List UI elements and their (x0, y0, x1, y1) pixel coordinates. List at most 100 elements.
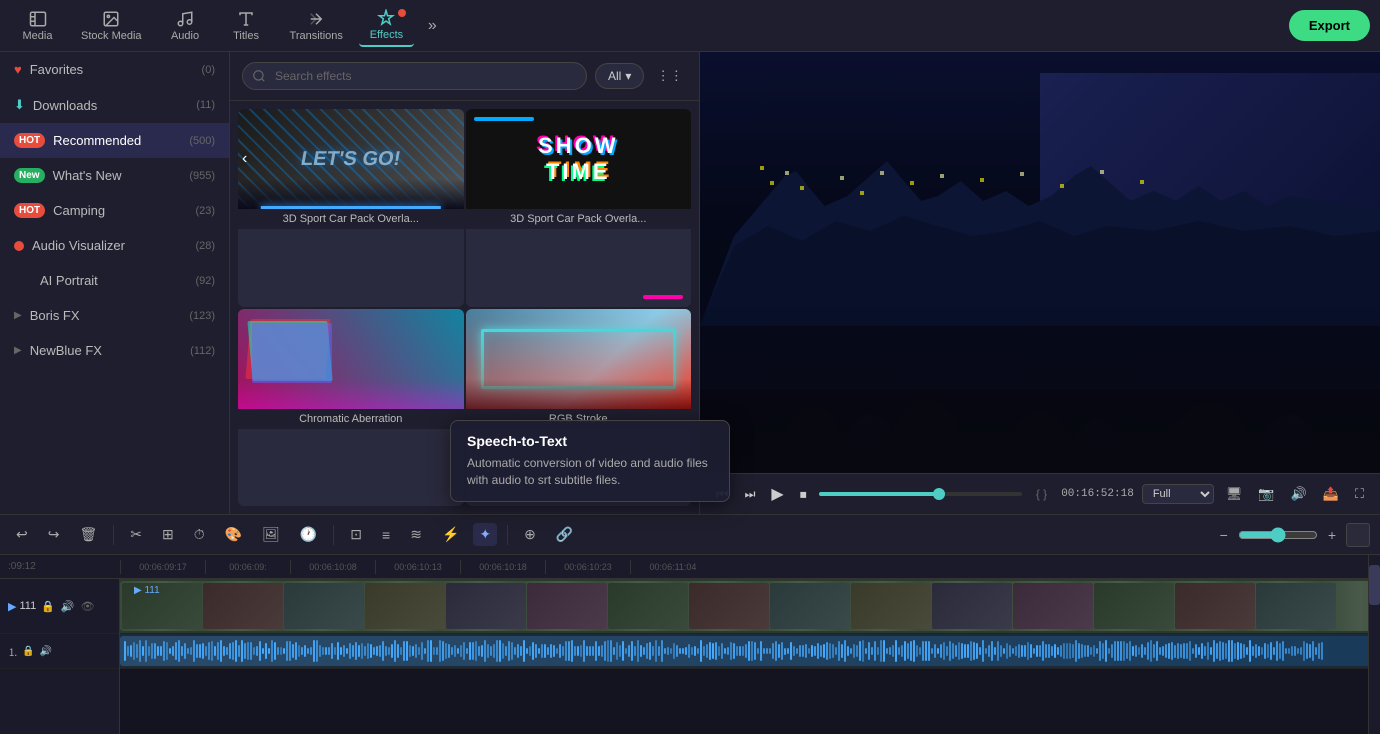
scrollbar-thumb[interactable] (1369, 565, 1380, 605)
toolbar-effects-label: Effects (370, 29, 403, 41)
export-button[interactable]: Export (1289, 10, 1370, 41)
thumb-frame-6 (527, 583, 607, 629)
timeline-scrollbar[interactable] (1368, 555, 1380, 734)
audio-mute-btn[interactable]: 🔊 (38, 645, 52, 658)
adjust-button[interactable]: ≡ (376, 524, 396, 546)
sidebar-item-audio-visualizer[interactable]: Audio Visualizer (28) (0, 228, 229, 263)
track-eye-btn[interactable]: 👁 (80, 599, 96, 614)
volume-icon[interactable]: 🔊 (1287, 484, 1311, 504)
play-icon-track: ▶ (8, 600, 16, 613)
timer-button[interactable]: ⏱ (188, 523, 211, 546)
video-track-inner[interactable]: ▶ 111 (120, 581, 1380, 631)
sidebar: ♥ Favorites (0) ⬇ Downloads (11) HOT Rec… (0, 52, 230, 514)
color-button[interactable]: 🎨 (219, 523, 248, 546)
toolbar-more-btn[interactable]: » (420, 13, 445, 39)
timeline-tracks: ▶ 111 🔒 🔊 👁 ⒈ 🔒 🔊 (0, 579, 1380, 734)
track-lock-btn[interactable]: 🔒 (40, 599, 56, 614)
sidebar-item-recommended[interactable]: HOT Recommended (500) (0, 123, 229, 158)
photo-button[interactable]: 🖼 (256, 523, 286, 546)
play-button[interactable]: ▶ (767, 480, 787, 508)
toolbar-effects[interactable]: Effects (359, 5, 414, 47)
timeline-ruler: :09:12 00:06:09:17 00:06:09: 00:06:10:08… (0, 555, 1380, 579)
sidebar-ai-portrait-count: (92) (195, 275, 215, 287)
ruler-spacer: :09:12 (8, 561, 128, 572)
sidebar-camping-label: Camping (53, 203, 105, 218)
preview-progress-bar[interactable] (819, 492, 1022, 496)
quality-select[interactable]: Full Half Quarter (1142, 484, 1214, 504)
thumbnail-strip (1346, 523, 1370, 547)
effect-label-chromatic: Chromatic Aberration (238, 409, 464, 429)
clock-button[interactable]: 🕐 (294, 523, 323, 546)
add-track-button[interactable]: ⊕ (518, 523, 542, 546)
toolbar-sep-1 (113, 525, 114, 545)
sidebar-item-downloads[interactable]: ⬇ Downloads (11) (0, 87, 229, 123)
link-button[interactable]: 🔗 (550, 523, 579, 546)
sidebar-item-whats-new[interactable]: New What's New (955) (0, 158, 229, 193)
search-bar: All ▾ ⋮⋮ (230, 52, 699, 101)
sidebar-boris-fx-count: (123) (189, 310, 215, 322)
new-badge: New (14, 168, 45, 183)
toolbar-media[interactable]: Media (10, 6, 65, 46)
video-thumbnails (122, 583, 1336, 629)
toolbar-audio-label: Audio (171, 30, 199, 42)
fullscreen-icon[interactable]: ⛶ (1351, 484, 1368, 504)
sidebar-item-favorites[interactable]: ♥ Favorites (0) (0, 52, 229, 87)
thumb-frame-4 (365, 583, 445, 629)
video-track: ▶ 111 (120, 579, 1380, 634)
effect-item-chromatic[interactable]: Chromatic Aberration (238, 309, 464, 507)
audio-track-inner[interactable]: // Generate waveform bars dynamically co… (120, 636, 1380, 666)
redo-button[interactable]: ↪ (42, 523, 66, 546)
camera-icon[interactable]: 📷 (1254, 484, 1278, 504)
effect-item-sport-car-1[interactable]: ‹ LET'S GO! 3D Sport Car Pack Overla... (238, 109, 464, 307)
sidebar-whatsnew-count: (955) (189, 170, 215, 182)
track-mute-btn[interactable]: 🔊 (60, 599, 76, 614)
audio-track-num: ⒈ (8, 644, 18, 659)
sidebar-item-camping[interactable]: HOT Camping (23) (0, 193, 229, 228)
audio-eq-button[interactable]: ≋ (404, 523, 428, 546)
sidebar-item-ai-portrait[interactable]: AI Portrait (92) (0, 263, 229, 298)
export-preview-icon[interactable]: 📤 (1319, 484, 1343, 504)
ruler-mark-5: 00:06:10:23 (545, 560, 630, 574)
filter-button[interactable]: All ▾ (595, 63, 644, 89)
thumb-frame-12 (1013, 583, 1093, 629)
toolbar-titles[interactable]: Titles (219, 6, 274, 46)
thumb-frame-8 (689, 583, 769, 629)
stop-button[interactable]: ⏹ (796, 482, 811, 507)
red-dot-icon (14, 241, 24, 251)
ruler-mark-1: 00:06:09: (205, 560, 290, 574)
waveform: // Generate waveform bars dynamically co… (120, 636, 1380, 666)
thumb-frame-7 (608, 583, 688, 629)
grid-layout-button[interactable]: ⋮⋮ (652, 64, 687, 88)
zoom-out-button[interactable]: − (1214, 524, 1234, 546)
toolbar-audio[interactable]: Audio (158, 6, 213, 46)
speed-button[interactable]: ⚡ (436, 523, 465, 546)
effect-label-sport-1: 3D Sport Car Pack Overla... (238, 209, 464, 229)
monitor-icon[interactable]: 🖥 (1222, 484, 1247, 504)
effect-item-sport-car-2[interactable]: SHOW TIME 3D Sport Car Pack Overla... (466, 109, 692, 307)
zoom-control: − + (1214, 523, 1370, 547)
track-number: 111 (19, 600, 36, 612)
audio-lock-btn[interactable]: 🔒 (21, 645, 35, 658)
transform-button[interactable]: ⊡ (344, 523, 368, 546)
sidebar-audio-visualizer-label: Audio Visualizer (32, 238, 125, 253)
search-input[interactable] (242, 62, 587, 90)
sidebar-recommended-count: (500) (189, 135, 215, 147)
zoom-slider[interactable] (1238, 527, 1318, 543)
sidebar-camping-count: (23) (195, 205, 215, 217)
thumb-frame-9 (770, 583, 850, 629)
search-icon (252, 69, 266, 83)
toolbar-stock-media[interactable]: Stock Media (71, 6, 152, 46)
delete-button[interactable]: 🗑 (73, 523, 103, 546)
toolbar-stock-media-label: Stock Media (81, 30, 142, 42)
sidebar-item-newblue-fx[interactable]: ▶ NewBlue FX (112) (0, 333, 229, 368)
undo-button[interactable]: ↩ (10, 523, 34, 546)
crop-button[interactable]: ⊞ (156, 523, 180, 546)
cut-button[interactable]: ✂ (124, 523, 148, 546)
sidebar-item-boris-fx[interactable]: ▶ Boris FX (123) (0, 298, 229, 333)
frame-back-button[interactable]: ⏭ (741, 483, 760, 506)
ai-button[interactable]: ✦ (473, 523, 497, 546)
zoom-in-button[interactable]: + (1322, 524, 1342, 546)
progress-thumb[interactable] (933, 488, 945, 500)
toolbar-transitions[interactable]: Transitions (280, 6, 353, 46)
sidebar-ai-portrait-label: AI Portrait (40, 273, 98, 288)
